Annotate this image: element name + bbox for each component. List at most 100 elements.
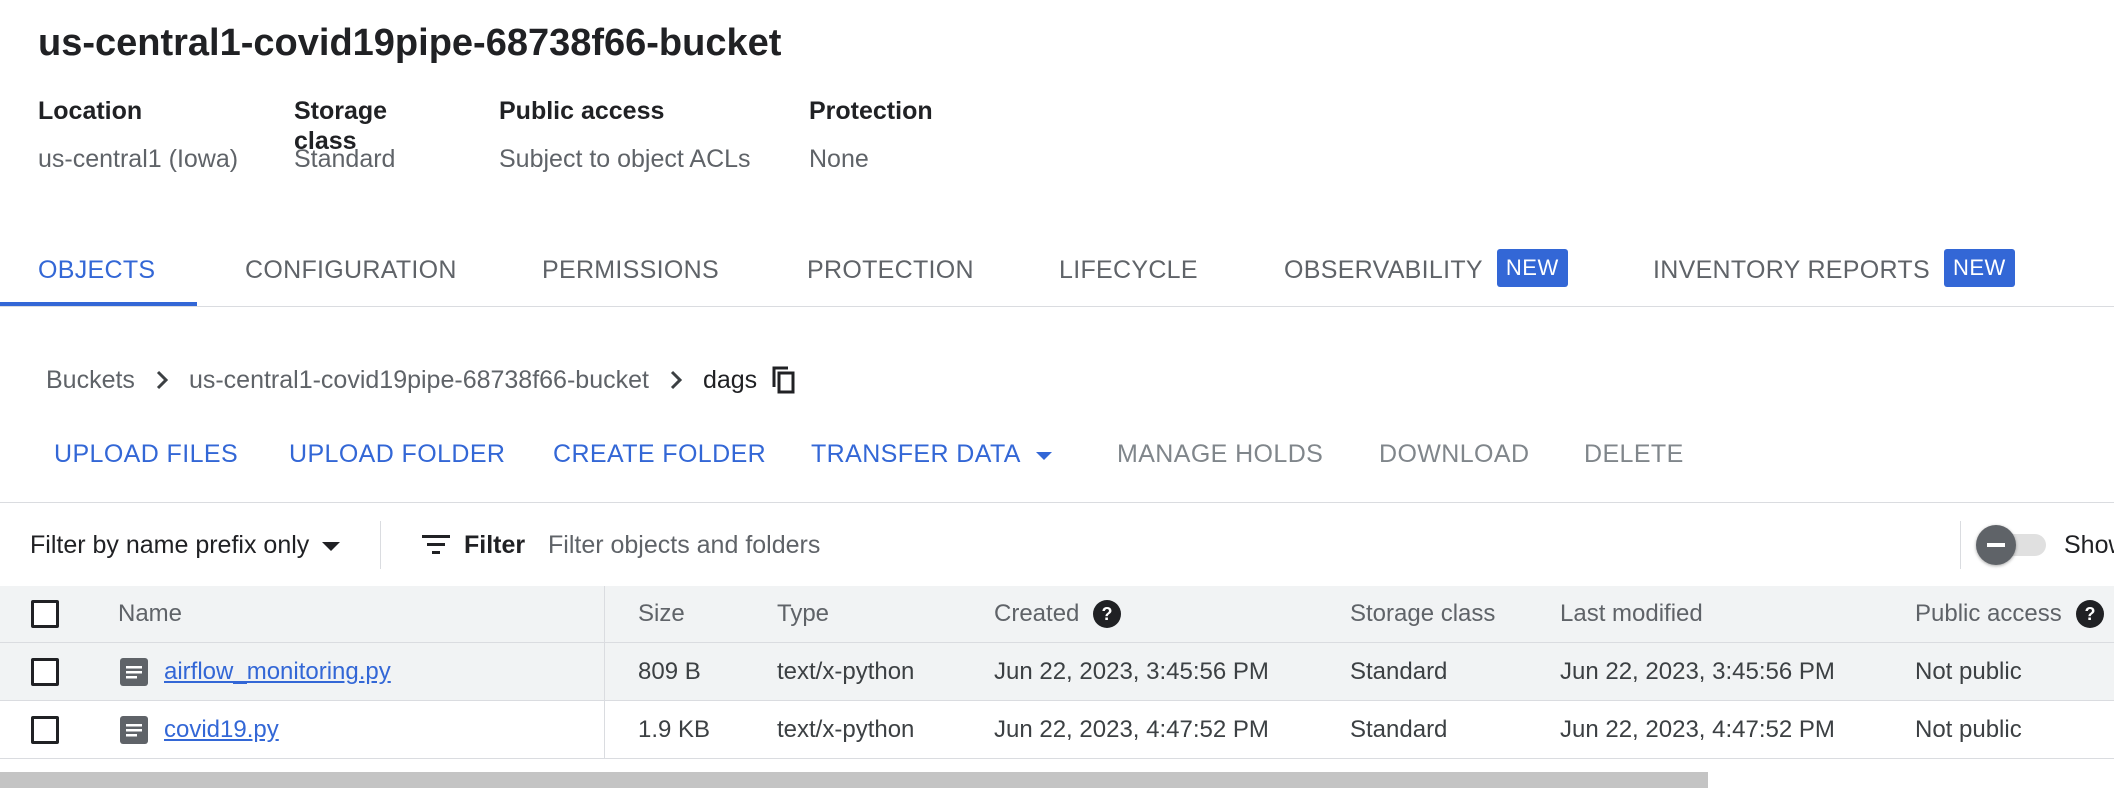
header-created[interactable]: Created ?: [994, 586, 1122, 642]
header-created-label: Created: [994, 600, 1080, 627]
column-divider: [604, 701, 605, 758]
breadcrumb-buckets[interactable]: Buckets: [46, 366, 135, 395]
objects-table: Name Size Type Created ? Storage class L…: [0, 586, 2114, 759]
arrow-drop-down-icon: [1035, 431, 1053, 475]
size-cell: 809 B: [638, 657, 701, 685]
select-all-checkbox-cell: [31, 586, 59, 642]
row-checkbox-cell: [31, 701, 59, 758]
file-name-link[interactable]: airflow_monitoring.py: [164, 658, 391, 686]
last-modified-cell: Jun 22, 2023, 3:45:56 PM: [1560, 657, 1835, 685]
file-name-link[interactable]: covid19.py: [164, 716, 279, 744]
storage-class-cell: Standard: [1350, 715, 1448, 743]
storage-class-cell: Standard: [1350, 657, 1448, 685]
manage-holds-button[interactable]: MANAGE HOLDS: [1117, 432, 1323, 476]
filter-bar: Filter by name prefix only Filter Show: [0, 502, 2114, 588]
property-label: Public access: [499, 97, 665, 125]
select-all-checkbox[interactable]: [31, 600, 59, 628]
filter-input[interactable]: [548, 523, 1928, 567]
active-tab-indicator: [0, 302, 197, 306]
tab-bar: OBJECTS CONFIGURATION PERMISSIONS PROTEC…: [0, 236, 2114, 307]
filter-button[interactable]: Filter: [422, 503, 525, 587]
text-file-icon: [120, 715, 148, 744]
tab-label: OBSERVABILITY: [1284, 256, 1483, 284]
column-divider[interactable]: [604, 586, 605, 642]
horizontal-scrollbar[interactable]: [0, 772, 1708, 788]
column-divider: [604, 643, 605, 700]
created-cell: Jun 22, 2023, 4:47:52 PM: [994, 715, 1269, 743]
breadcrumb-bucket[interactable]: us-central1-covid19pipe-68738f66-bucket: [189, 366, 649, 395]
property-label: Location: [38, 97, 143, 125]
last-modified-cell: Jun 22, 2023, 4:47:52 PM: [1560, 715, 1835, 743]
tab-label: INVENTORY REPORTS: [1653, 256, 1930, 284]
type-cell: text/x-python: [777, 715, 915, 743]
filter-mode-dropdown[interactable]: Filter by name prefix only: [30, 503, 341, 587]
divider: [1960, 521, 1961, 569]
property-storage-class: Storage class Standard: [294, 96, 451, 174]
row-checkbox[interactable]: [31, 657, 59, 686]
row-checkbox[interactable]: [31, 715, 59, 744]
tab-lifecycle[interactable]: LIFECYCLE: [1059, 236, 1198, 304]
help-icon[interactable]: ?: [2075, 600, 2104, 628]
property-label: Storage class: [294, 97, 388, 155]
toggle-knob: [1976, 525, 2016, 565]
svg-text:?: ?: [2084, 604, 2095, 624]
property-value: Standard: [294, 145, 396, 173]
name-cell: covid19.py: [120, 701, 279, 758]
arrow-drop-down-icon: [321, 502, 341, 586]
action-toolbar: UPLOAD FILES UPLOAD FOLDER CREATE FOLDER…: [0, 432, 2114, 476]
bucket-properties: Location us-central1 (Iowa) Storage clas…: [38, 96, 981, 174]
header-type[interactable]: Type: [777, 586, 829, 642]
new-badge: NEW: [1496, 249, 1568, 288]
header-public-access[interactable]: Public access ?: [1915, 586, 2104, 642]
header-size[interactable]: Size: [638, 586, 685, 642]
bucket-details-page: us-central1-covid19pipe-68738f66-bucket …: [0, 0, 2114, 808]
table-row[interactable]: airflow_monitoring.py 809 B text/x-pytho…: [0, 643, 2114, 701]
create-folder-button[interactable]: CREATE FOLDER: [553, 432, 766, 476]
copy-icon[interactable]: [771, 365, 797, 395]
public-access-cell: Not public: [1915, 657, 2022, 685]
table-header: Name Size Type Created ? Storage class L…: [0, 586, 2114, 643]
delete-button[interactable]: DELETE: [1584, 432, 1684, 476]
table-row[interactable]: covid19.py 1.9 KB text/x-python Jun 22, …: [0, 701, 2114, 759]
property-protection: Protection None: [809, 96, 933, 174]
property-value: us-central1 (Iowa): [38, 145, 239, 173]
bucket-title: us-central1-covid19pipe-68738f66-bucket: [38, 22, 782, 64]
created-cell: Jun 22, 2023, 3:45:56 PM: [994, 657, 1269, 685]
filter-list-icon: [422, 535, 450, 554]
transfer-data-label: TRANSFER DATA: [811, 440, 1021, 468]
upload-files-button[interactable]: UPLOAD FILES: [54, 432, 238, 476]
filter-button-label: Filter: [464, 530, 526, 559]
tab-objects[interactable]: OBJECTS: [38, 236, 155, 304]
property-location: Location us-central1 (Iowa): [38, 96, 246, 174]
type-cell: text/x-python: [777, 657, 915, 685]
svg-text:?: ?: [1102, 604, 1113, 624]
tab-permissions[interactable]: PERMISSIONS: [542, 236, 719, 304]
size-cell: 1.9 KB: [638, 715, 711, 743]
transfer-data-button[interactable]: TRANSFER DATA: [811, 432, 1053, 476]
breadcrumb: Buckets us-central1-covid19pipe-68738f66…: [46, 360, 797, 400]
header-name[interactable]: Name: [118, 586, 182, 642]
header-last-modified[interactable]: Last modified: [1560, 586, 1703, 642]
header-storage-class[interactable]: Storage class: [1350, 586, 1495, 642]
tab-protection[interactable]: PROTECTION: [807, 236, 974, 304]
download-button[interactable]: DOWNLOAD: [1379, 432, 1529, 476]
tab-inventory-reports[interactable]: INVENTORY REPORTS NEW: [1653, 236, 2015, 304]
tab-observability[interactable]: OBSERVABILITY NEW: [1284, 236, 1568, 304]
chevron-right-icon: [669, 369, 683, 391]
header-public-access-label: Public access: [1915, 600, 2062, 627]
show-toggle[interactable]: [1976, 525, 2048, 565]
property-value: Subject to object ACLs: [499, 145, 751, 173]
property-value: None: [809, 145, 869, 173]
help-icon[interactable]: ?: [1093, 600, 1122, 628]
filter-mode-label: Filter by name prefix only: [30, 531, 310, 559]
property-public-access: Public access Subject to object ACLs: [499, 96, 761, 174]
upload-folder-button[interactable]: UPLOAD FOLDER: [289, 432, 505, 476]
chevron-right-icon: [155, 369, 169, 391]
new-badge: NEW: [1943, 249, 2015, 288]
tab-configuration[interactable]: CONFIGURATION: [245, 236, 457, 304]
property-label: Protection: [809, 97, 933, 125]
text-file-icon: [120, 657, 148, 686]
name-cell: airflow_monitoring.py: [120, 643, 391, 700]
row-checkbox-cell: [31, 643, 59, 700]
public-access-cell: Not public: [1915, 715, 2022, 743]
